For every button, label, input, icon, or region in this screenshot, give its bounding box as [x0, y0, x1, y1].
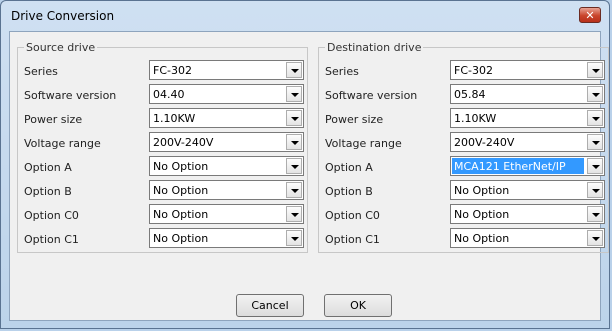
source-field-label: Software version: [24, 89, 117, 102]
window-title: Drive Conversion: [11, 9, 115, 23]
destination-select[interactable]: 1.10KW: [450, 108, 605, 128]
close-button[interactable]: ✕: [579, 7, 601, 23]
title-bar[interactable]: Drive Conversion ✕: [1, 1, 609, 31]
source-field-label: Power size: [24, 113, 83, 126]
source-row: Option C1 No Option: [22, 228, 312, 250]
source-select[interactable]: No Option: [149, 156, 304, 176]
dropdown-arrow-icon[interactable]: [587, 110, 603, 126]
destination-row: Option B No Option: [323, 180, 612, 202]
source-select-value: 200V-240V: [153, 136, 214, 149]
destination-select-value: MCA121 EtherNet/IP: [452, 158, 584, 174]
source-select-value: No Option: [153, 160, 209, 173]
dropdown-arrow-icon[interactable]: [286, 134, 302, 150]
dropdown-arrow-icon[interactable]: [587, 230, 603, 246]
dropdown-arrow-icon[interactable]: [286, 230, 302, 246]
destination-select-value: No Option: [454, 232, 510, 245]
destination-select-value: FC-302: [454, 64, 493, 77]
destination-select[interactable]: No Option: [450, 228, 605, 248]
source-select-value: No Option: [153, 232, 209, 245]
dropdown-arrow-icon[interactable]: [587, 86, 603, 102]
dropdown-arrow-icon[interactable]: [286, 206, 302, 222]
destination-row: Software version 05.84: [323, 84, 612, 106]
source-field-label: Voltage range: [24, 137, 101, 150]
destination-select-value: 1.10KW: [454, 112, 497, 125]
destination-field-label: Option C0: [325, 209, 380, 222]
dropdown-arrow-icon[interactable]: [286, 158, 302, 174]
destination-row: Voltage range 200V-240V: [323, 132, 612, 154]
ok-button[interactable]: OK: [324, 294, 392, 317]
source-field-label: Series: [24, 65, 58, 78]
destination-select[interactable]: No Option: [450, 180, 605, 200]
destination-select[interactable]: 200V-240V: [450, 132, 605, 152]
destination-row: Option C1 No Option: [323, 228, 612, 250]
destination-row: Series FC-302: [323, 60, 612, 82]
dropdown-arrow-icon[interactable]: [587, 134, 603, 150]
dropdown-arrow-icon[interactable]: [286, 86, 302, 102]
destination-field-label: Voltage range: [325, 137, 402, 150]
destination-field-label: Power size: [325, 113, 384, 126]
source-select[interactable]: 1.10KW: [149, 108, 304, 128]
source-field-label: Option B: [24, 185, 72, 198]
destination-drive-group: Destination drive Series FC-302 Software v…: [318, 41, 612, 253]
source-row: Series FC-302: [22, 60, 312, 82]
source-drive-legend: Source drive: [24, 41, 98, 54]
source-select-value: 04.40: [153, 88, 185, 101]
source-select[interactable]: No Option: [149, 228, 304, 248]
destination-select-value: No Option: [454, 208, 510, 221]
destination-select[interactable]: 05.84: [450, 84, 605, 104]
destination-select[interactable]: No Option: [450, 204, 605, 224]
source-row: Power size 1.10KW: [22, 108, 312, 130]
destination-select-value: 05.84: [454, 88, 486, 101]
destination-select[interactable]: FC-302: [450, 60, 605, 80]
source-row: Option B No Option: [22, 180, 312, 202]
dropdown-arrow-icon[interactable]: [286, 62, 302, 78]
destination-drive-legend: Destination drive: [325, 41, 424, 54]
source-row: Option A No Option: [22, 156, 312, 178]
source-select[interactable]: 200V-240V: [149, 132, 304, 152]
source-select-value: FC-302: [153, 64, 192, 77]
source-select[interactable]: FC-302: [149, 60, 304, 80]
cancel-button[interactable]: Cancel: [236, 294, 304, 317]
dropdown-arrow-icon[interactable]: [587, 62, 603, 78]
source-row: Option C0 No Option: [22, 204, 312, 226]
destination-field-label: Option A: [325, 161, 373, 174]
destination-field-label: Series: [325, 65, 359, 78]
destination-row: Power size 1.10KW: [323, 108, 612, 130]
source-field-label: Option C0: [24, 209, 79, 222]
destination-select-value: 200V-240V: [454, 136, 515, 149]
source-row: Software version 04.40: [22, 84, 312, 106]
dropdown-arrow-icon[interactable]: [587, 206, 603, 222]
dropdown-arrow-icon[interactable]: [587, 158, 603, 174]
dropdown-arrow-icon[interactable]: [286, 110, 302, 126]
dialog-window: Drive Conversion ✕ Source drive Series FC…: [0, 0, 610, 329]
dialog-body: Source drive Series FC-302 Software versio…: [9, 31, 609, 321]
destination-select-value: No Option: [454, 184, 510, 197]
destination-field-label: Software version: [325, 89, 418, 102]
dropdown-arrow-icon[interactable]: [587, 182, 603, 198]
destination-field-label: Option C1: [325, 233, 380, 246]
source-drive-group: Source drive Series FC-302 Software versio…: [17, 41, 308, 253]
destination-row: Option A MCA121 EtherNet/IP: [323, 156, 612, 178]
source-select-value: 1.10KW: [153, 112, 196, 125]
source-row: Voltage range 200V-240V: [22, 132, 312, 154]
source-field-label: Option C1: [24, 233, 79, 246]
source-select-value: No Option: [153, 208, 209, 221]
source-select[interactable]: No Option: [149, 180, 304, 200]
destination-row: Option C0 No Option: [323, 204, 612, 226]
source-select-value: No Option: [153, 184, 209, 197]
destination-select[interactable]: MCA121 EtherNet/IP: [450, 156, 605, 176]
source-select[interactable]: No Option: [149, 204, 304, 224]
destination-field-label: Option B: [325, 185, 373, 198]
close-icon: ✕: [585, 9, 595, 22]
source-field-label: Option A: [24, 161, 72, 174]
dropdown-arrow-icon[interactable]: [286, 182, 302, 198]
source-select[interactable]: 04.40: [149, 84, 304, 104]
